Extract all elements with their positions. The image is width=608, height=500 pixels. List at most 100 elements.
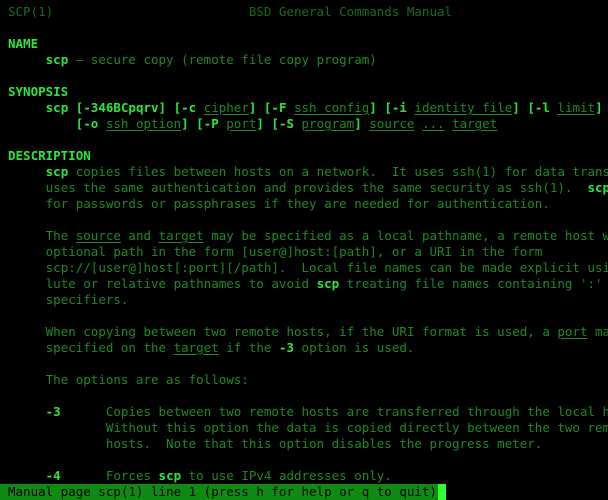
option-3-desc-line3: hosts. Note that this option disables th… [105, 436, 543, 451]
description-p2-l5-text: specifiers. [45, 292, 129, 307]
description-p2-l1-b: and [120, 228, 159, 243]
manpage-content: SCP(1) BSD General Commands Manual SCP(1… [0, 0, 608, 500]
description-heading-text: DESCRIPTION [8, 148, 91, 163]
option-flag-4: -4 [45, 468, 61, 483]
description-p3-line2: specified on the target if the -3 option… [0, 340, 608, 356]
description-p2-l1-a: The [45, 228, 76, 243]
inline-command-scp: scp [316, 276, 340, 291]
terminal-window: SCP(1) BSD General Commands Manual SCP(1… [0, 0, 608, 500]
terminal-cursor [437, 484, 446, 500]
option-gap [61, 404, 106, 419]
description-p1-line1: scp copies files between hosts on a netw… [0, 164, 608, 180]
synopsis-sep-2: ] [-i [369, 100, 415, 115]
header-gap-1 [53, 4, 249, 19]
synopsis-sep-3: ] [-l [512, 100, 558, 115]
synopsis-heading-text: SYNOPSIS [8, 84, 69, 99]
synopsis-pre-2: [-o [75, 116, 106, 131]
synopsis-line-2: [-o ssh_option] [-P port] [-S program] s… [0, 116, 608, 132]
synopsis-arg-ssh-config: ssh_config [294, 100, 370, 115]
description-p2-l2-text: optional path in the form [user@]host:[p… [45, 244, 543, 259]
pager-status-text: Manual page scp(1) line 1 (press h for h… [0, 484, 438, 500]
inline-arg-target: target [158, 228, 204, 243]
synopsis-end-1: ] [595, 100, 603, 115]
inline-command-scp: scp [587, 180, 608, 195]
description-p2-l4-a: lute or relative pathnames to avoid [45, 276, 317, 291]
synopsis-space-1 [414, 116, 422, 131]
option-entry-3-line1: -3 Copies between two remote hosts are t… [0, 404, 608, 420]
description-p2-line4: lute or relative pathnames to avoid scp … [0, 276, 608, 292]
description-p2-line1: The source and target may be specified a… [0, 228, 608, 244]
section-heading-description: DESCRIPTION [0, 148, 608, 164]
section-heading-name: NAME [0, 36, 608, 52]
option-gap [61, 468, 106, 483]
manpage-header: SCP(1) BSD General Commands Manual SCP(1… [0, 4, 608, 20]
synopsis-arg-cipher: cipher [203, 100, 249, 115]
synopsis-space-2 [445, 116, 453, 131]
synopsis-sep-4: ] [-P [181, 116, 227, 131]
header-left: SCP(1) [8, 4, 54, 19]
inline-arg-port: port [557, 324, 588, 339]
inline-arg-source: source [75, 228, 121, 243]
synopsis-arg-source: source [369, 116, 415, 131]
description-p1-l1-text: copies files between hosts on a network.… [75, 164, 608, 179]
name-description: — secure copy (remote file copy program) [68, 52, 377, 67]
inline-command-scp: scp [45, 164, 69, 179]
option-3-desc-line1: Copies between two remote hosts are tran… [105, 404, 608, 419]
synopsis-arg-target: target [452, 116, 498, 131]
description-p1-line2: uses the same authentication and provide… [0, 180, 608, 196]
option-4-desc-post: to use IPv4 addresses only. [181, 468, 392, 483]
inline-flag-3: -3 [278, 340, 295, 355]
option-entry-3-line3: hosts. Note that this option disables th… [0, 436, 608, 452]
description-p2-line2: optional path in the form [user@]host:[p… [0, 244, 608, 260]
synopsis-line-1: scp [-346BCpqrv] [-c cipher] [-F ssh_con… [0, 100, 608, 116]
description-p1-l3-text: for passwords or passphrases if they are… [45, 196, 550, 211]
description-p1-line3: for passwords or passphrases if they are… [0, 196, 608, 212]
description-p3-line1: When copying between two remote hosts, i… [0, 324, 608, 340]
description-p3-l1-a: When copying between two remote hosts, i… [45, 324, 558, 339]
description-p1-l2-text-a: uses the same authentication and provide… [45, 180, 588, 195]
description-p3-l2-c: option is used. [294, 340, 415, 355]
synopsis-arg-program: program [301, 116, 355, 131]
option-flag-3: -3 [45, 404, 61, 419]
synopsis-command: scp [45, 100, 69, 115]
synopsis-flags: [-346BCpqrv] [-c [68, 100, 204, 115]
synopsis-ellipsis: ... [421, 116, 445, 131]
description-p2-line3: scp://[user@]host[:port][/path]. Local f… [0, 260, 608, 276]
name-command: scp [45, 52, 69, 67]
option-3-desc-line2: Without this option the data is copied d… [105, 420, 608, 435]
pager-status-bar[interactable]: Manual page scp(1) line 1 (press h for h… [0, 484, 608, 500]
option-4-desc-pre: Forces [105, 468, 159, 483]
option-entry-4-line1: -4 Forces scp to use IPv4 addresses only… [0, 468, 608, 484]
synopsis-sep-5: ] [-S [256, 116, 302, 131]
description-p2-l4-b: treating file names containing ':' as ho… [346, 276, 603, 291]
inline-command-scp: scp [158, 468, 182, 483]
option-entry-3-line2: Without this option the data is copied d… [0, 420, 608, 436]
name-heading-text: NAME [8, 36, 39, 51]
options-intro: The options are as follows: [0, 372, 608, 388]
description-p3-l2-a: specified on the [45, 340, 174, 355]
description-p2-line5: specifiers. [0, 292, 608, 308]
synopsis-arg-ssh-option: ssh_option [105, 116, 182, 131]
options-intro-text: The options are as follows: [45, 372, 249, 387]
synopsis-arg-identity-file: identity_file [414, 100, 513, 115]
synopsis-arg-port: port [226, 116, 257, 131]
section-heading-synopsis: SYNOPSIS [0, 84, 608, 100]
header-center: BSD General Commands Manual [248, 4, 453, 19]
inline-arg-target: target [173, 340, 219, 355]
name-body: scp — secure copy (remote file copy prog… [0, 52, 608, 68]
header-gap-2 [452, 4, 608, 19]
description-p2-l3-text: scp://[user@]host[:port][/path]. Local f… [45, 260, 608, 275]
status-bar-filler [445, 484, 608, 500]
description-p3-l1-b: may only be [595, 324, 608, 339]
description-p3-l2-b: if the [218, 340, 279, 355]
synopsis-sep-1: ] [-F [248, 100, 294, 115]
synopsis-arg-limit: limit [557, 100, 596, 115]
description-p2-l1-c: may be specified as a local pathname, a … [203, 228, 608, 243]
synopsis-sep-6: ] [354, 116, 370, 131]
